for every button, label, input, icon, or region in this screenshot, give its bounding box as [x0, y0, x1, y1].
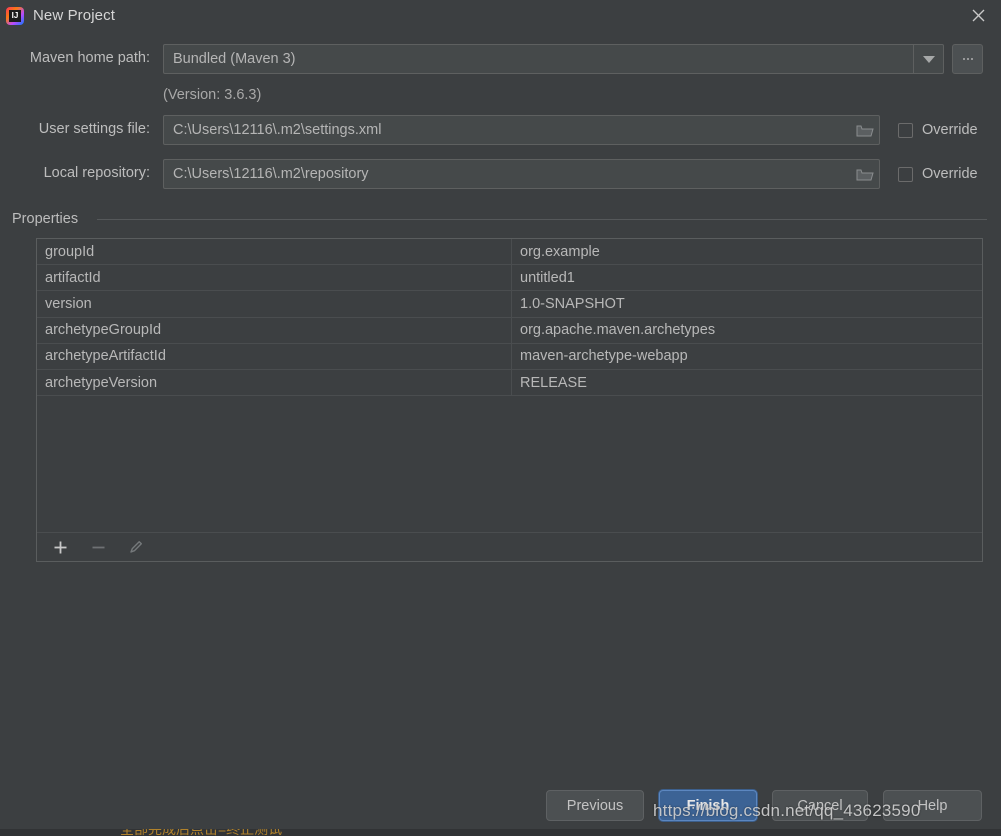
chevron-down-icon[interactable] — [913, 45, 943, 73]
intellij-idea-icon: IJ — [6, 6, 24, 25]
pencil-icon — [125, 536, 147, 558]
property-key-cell: version — [37, 291, 512, 317]
property-key-cell: archetypeArtifactId — [37, 343, 512, 369]
maven-version-note: (Version: 3.6.3) — [163, 87, 262, 103]
property-value-cell: maven-archetype-webapp — [520, 348, 688, 365]
dialog-titlebar: IJ New Project — [0, 0, 1001, 31]
folder-icon[interactable] — [853, 119, 877, 141]
table-row[interactable]: artifactId untitled1 — [37, 265, 982, 292]
table-row[interactable]: archetypeArtifactId maven-archetype-webap… — [37, 343, 982, 370]
local-repository-label: Local repository: — [43, 165, 150, 181]
finish-button[interactable]: Finish — [659, 790, 757, 821]
plus-icon[interactable] — [49, 536, 71, 558]
help-button[interactable]: Help — [883, 790, 982, 821]
checkbox-box — [898, 122, 913, 138]
local-repository-override-checkbox[interactable]: Override — [898, 166, 978, 182]
table-row[interactable]: archetypeGroupId org.apache.maven.archety… — [37, 317, 982, 344]
bottom-ghost-text: 全部完成后点击=终止测试 — [120, 829, 282, 836]
property-key-cell: groupId — [37, 239, 512, 265]
maven-home-path-label: Maven home path: — [29, 50, 150, 66]
properties-table-toolbar — [37, 532, 982, 561]
property-value-cell: org.example — [520, 243, 600, 260]
new-project-dialog: IJ New Project Maven home path: Bundled … — [0, 0, 1001, 836]
property-key-cell: archetypeVersion — [37, 369, 512, 396]
table-row[interactable]: archetypeVersion RELEASE — [37, 369, 982, 397]
close-icon[interactable] — [955, 0, 1001, 31]
user-settings-file-label: User settings file: — [38, 121, 150, 137]
property-key-cell: archetypeGroupId — [37, 317, 512, 343]
maven-home-path-combo[interactable]: Bundled (Maven 3) — [163, 44, 944, 74]
dialog-title: New Project — [33, 7, 115, 24]
local-repository-input[interactable]: C:\Users\12116\.m2\repository — [163, 159, 880, 189]
user-settings-override-label: Override — [922, 122, 978, 138]
table-row[interactable]: version 1.0-SNAPSHOT — [37, 291, 982, 318]
bottom-strip: 全部完成后点击=终止测试 — [0, 829, 1001, 836]
property-value-cell: RELEASE — [520, 374, 587, 391]
properties-table[interactable]: groupId org.example artifactId untitled1 ver… — [36, 238, 983, 562]
user-settings-override-checkbox[interactable]: Override — [898, 122, 978, 138]
local-repository-override-label: Override — [922, 166, 978, 182]
property-key-cell: artifactId — [37, 265, 512, 291]
user-settings-file-value: C:\Users\12116\.m2\settings.xml — [173, 122, 382, 138]
local-repository-value: C:\Users\12116\.m2\repository — [173, 166, 369, 182]
user-settings-file-input[interactable]: C:\Users\12116\.m2\settings.xml — [163, 115, 880, 145]
maven-home-browse-button[interactable] — [952, 44, 983, 74]
properties-section-title: Properties — [12, 211, 79, 227]
property-value-cell: org.apache.maven.archetypes — [520, 322, 716, 339]
property-value-cell: 1.0-SNAPSHOT — [520, 295, 625, 312]
cancel-button[interactable]: Cancel — [772, 790, 868, 821]
properties-section-divider — [97, 219, 987, 220]
maven-home-path-value: Bundled (Maven 3) — [173, 51, 296, 67]
properties-rows: groupId org.example artifactId untitled1 ver… — [37, 239, 982, 397]
table-row[interactable]: groupId org.example — [37, 239, 982, 266]
property-value-cell: untitled1 — [520, 269, 575, 286]
checkbox-box — [898, 166, 913, 182]
folder-icon[interactable] — [853, 163, 877, 185]
previous-button[interactable]: Previous — [546, 790, 644, 821]
minus-icon — [87, 536, 109, 558]
